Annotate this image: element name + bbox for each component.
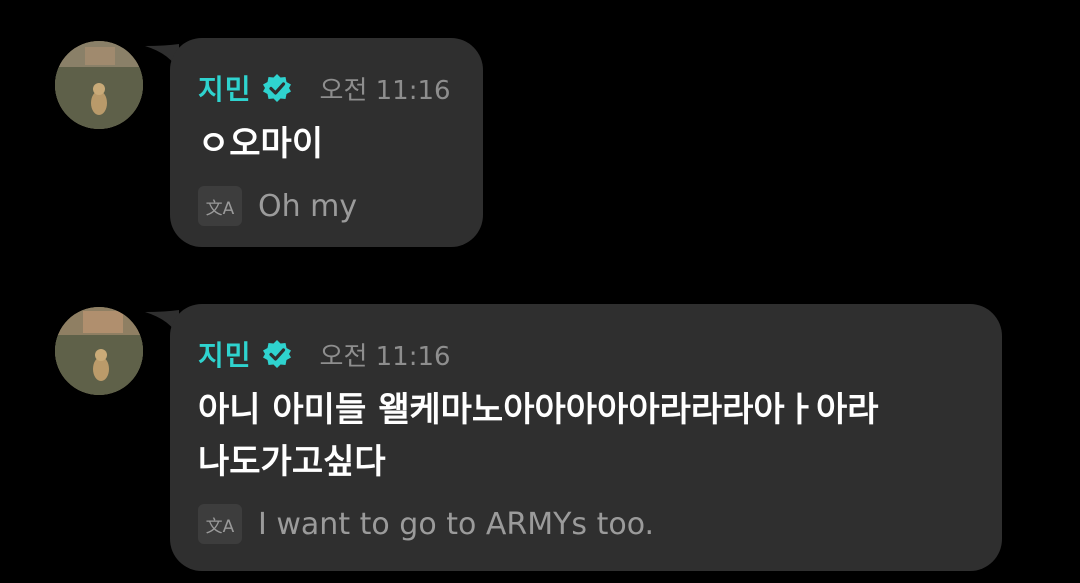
message-bubble[interactable]: 지민 오전 11:16 아니 아미들 왤케마노아아아아아라라라아ㅏ아라 나도가고… (170, 304, 1002, 571)
timestamp: 오전 11:16 (319, 75, 451, 106)
timestamp: 오전 11:16 (319, 341, 451, 372)
translate-icon[interactable]: 文A (198, 504, 242, 544)
avatar[interactable] (55, 41, 143, 129)
message-bubble[interactable]: 지민 오전 11:16 ㅇ오마이 文A Oh my (170, 38, 483, 247)
sender-name[interactable]: 지민 (198, 68, 252, 108)
message-header: 지민 오전 11:16 (198, 334, 974, 374)
translation-row: 文A Oh my (198, 184, 455, 228)
translation-row: 文A I want to go to ARMYs too. (198, 502, 974, 546)
verified-badge-icon (262, 340, 291, 368)
translate-icon[interactable]: 文A (198, 186, 242, 226)
sender-name[interactable]: 지민 (198, 334, 252, 374)
message-text: ㅇ오마이 (198, 118, 455, 170)
message-text-line: 아니 아미들 왤케마노아아아아아라라라아ㅏ아라 (198, 390, 879, 430)
translation-text: I want to go to ARMYs too. (258, 506, 655, 542)
avatar[interactable] (55, 307, 143, 395)
avatar-image (55, 307, 143, 395)
verified-badge-icon (262, 74, 291, 102)
message-text-line: 나도가고싶다 (198, 442, 386, 482)
translation-text: Oh my (258, 188, 358, 224)
message-text: 아니 아미들 왤케마노아아아아아라라라아ㅏ아라 나도가고싶다 (198, 384, 974, 488)
avatar-image (55, 41, 143, 129)
message-text-line: ㅇ오마이 (198, 124, 324, 164)
message-header: 지민 오전 11:16 (198, 68, 455, 108)
